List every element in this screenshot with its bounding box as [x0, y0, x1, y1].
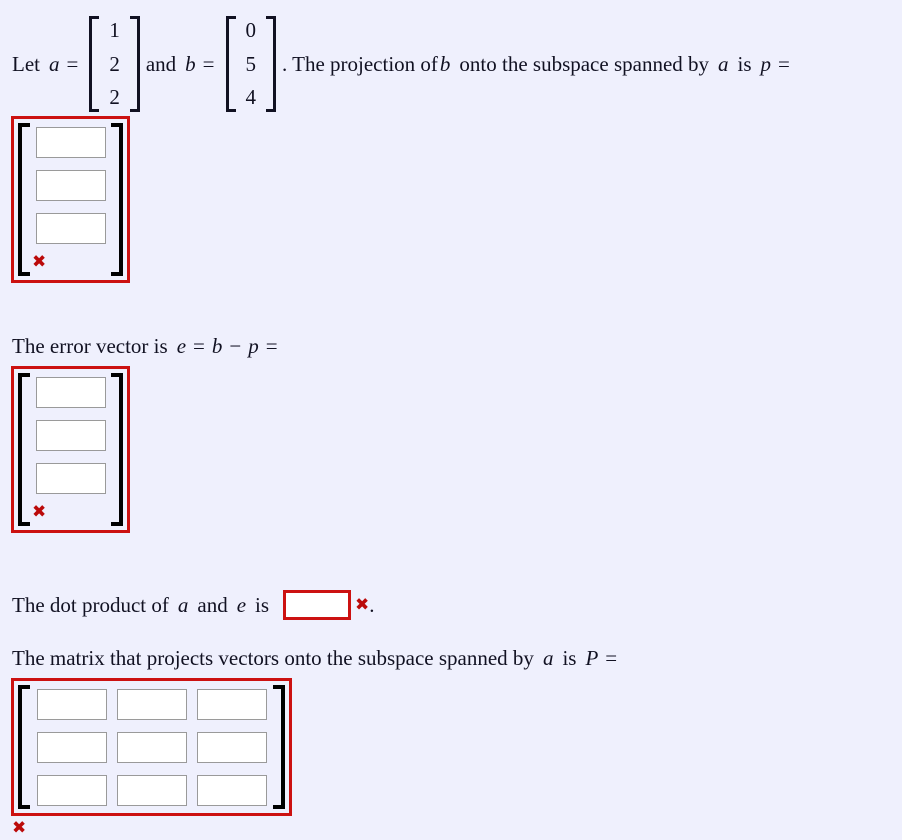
equals-sign: = — [66, 51, 79, 76]
projection-matrix-answer-box[interactable] — [11, 678, 292, 816]
projection-matrix-input-2-1[interactable] — [36, 732, 107, 763]
variable-b: b — [211, 334, 223, 358]
projection-matrix-input-2-2[interactable] — [116, 732, 187, 763]
vector-a-entry-3: 2 — [109, 85, 120, 109]
vector-b-entry-2: 5 — [245, 51, 257, 76]
vector-b-entry-3: 4 — [245, 85, 257, 109]
dot-product-input[interactable] — [283, 590, 352, 620]
and-label: and — [197, 592, 228, 617]
variable-a: a — [177, 592, 189, 617]
projection-vector-input-1[interactable] — [35, 127, 106, 158]
dot-product-label: The dot product of — [12, 592, 169, 617]
minus-sign: − — [229, 334, 242, 358]
bracket-left-icon — [14, 119, 30, 280]
variable-p: p — [248, 334, 259, 358]
variable-a: a — [48, 51, 60, 76]
variable-P: P — [585, 646, 599, 670]
bracket-left-icon — [89, 16, 100, 112]
projection-matrix-label: The matrix that projects vectors onto th… — [12, 646, 534, 670]
bracket-right-icon — [111, 119, 127, 280]
projection-vector-input-3[interactable] — [35, 213, 106, 244]
equals-sign-2: = — [202, 51, 215, 76]
problem-statement-line-1: Let a = 1 2 2 and b = 0 5 4 . The projec… — [12, 16, 795, 112]
bracket-right-icon — [273, 681, 289, 813]
bracket-right-icon — [111, 369, 127, 530]
projection-matrix-input-1-2[interactable] — [116, 689, 187, 720]
equals-sign: = — [605, 646, 618, 670]
projection-matrix-input-2-3[interactable] — [196, 732, 267, 763]
x-mark-icon: ✖ — [355, 594, 370, 615]
variable-p: p — [760, 51, 772, 76]
projection-matrix-input-1-1[interactable] — [36, 689, 107, 720]
variable-e: e — [236, 592, 247, 617]
projection-sentence-part-1: . The projection of — [282, 51, 438, 76]
problem-statement-line-3: The dot product of a and e is ✖ . — [12, 590, 375, 620]
variable-a-2: a — [718, 51, 729, 76]
matrix-row — [36, 775, 267, 818]
is-label: is — [562, 646, 577, 670]
vector-b-display: 0 5 4 — [225, 16, 276, 112]
x-mark-icon: ✖ — [12, 818, 27, 838]
variable-b-2: b — [439, 51, 451, 76]
vector-a-entry-1: 1 — [109, 18, 120, 42]
x-mark-icon: ✖ — [32, 252, 47, 272]
vector-a-entry-2: 2 — [109, 51, 120, 76]
is-label: is — [255, 592, 270, 617]
matrix-row — [36, 732, 267, 775]
variable-a: a — [542, 646, 554, 670]
variable-b: b — [185, 51, 196, 76]
error-vector-label: The error vector is — [12, 334, 168, 358]
bracket-right-icon — [129, 16, 140, 112]
projection-matrix-input-3-2[interactable] — [116, 775, 187, 806]
let-label: Let — [12, 51, 40, 76]
projection-matrix-fields — [26, 681, 277, 813]
projection-matrix-input-3-3[interactable] — [196, 775, 267, 806]
and-label: and — [145, 51, 177, 76]
error-vector-input-3[interactable] — [35, 463, 106, 494]
equals-sign: = — [193, 334, 205, 358]
bracket-left-icon — [225, 16, 236, 112]
error-vector-answer-box[interactable]: ✖ — [11, 366, 130, 533]
matrix-row — [36, 689, 267, 732]
projection-matrix-input-1-3[interactable] — [196, 689, 267, 720]
projection-sentence-part-3: is — [737, 51, 752, 76]
vector-a-entries: 1 2 2 — [99, 16, 130, 112]
bracket-left-icon — [14, 369, 30, 530]
problem-statement-line-4: The matrix that projects vectors onto th… — [12, 648, 622, 669]
error-vector-input-1[interactable] — [35, 377, 106, 408]
projection-vector-answer-box[interactable]: ✖ — [11, 116, 130, 283]
vector-b-entry-1: 0 — [245, 18, 257, 42]
projection-sentence-part-2: onto the subspace spanned by — [459, 51, 710, 76]
period: . — [369, 592, 375, 617]
variable-e: e — [176, 334, 187, 358]
bracket-right-icon — [266, 16, 276, 112]
x-mark-icon: ✖ — [32, 502, 47, 522]
projection-vector-input-2[interactable] — [35, 170, 106, 201]
equals-sign-3: = — [778, 51, 790, 76]
vector-a-display: 1 2 2 — [89, 16, 140, 112]
bracket-left-icon — [14, 681, 30, 813]
error-vector-input-2[interactable] — [35, 420, 106, 451]
equals-sign-2: = — [265, 334, 278, 358]
vector-b-entries: 0 5 4 — [236, 16, 267, 112]
projection-matrix-input-3-1[interactable] — [36, 775, 107, 806]
problem-statement-line-2: The error vector is e = b − p = — [12, 336, 283, 357]
